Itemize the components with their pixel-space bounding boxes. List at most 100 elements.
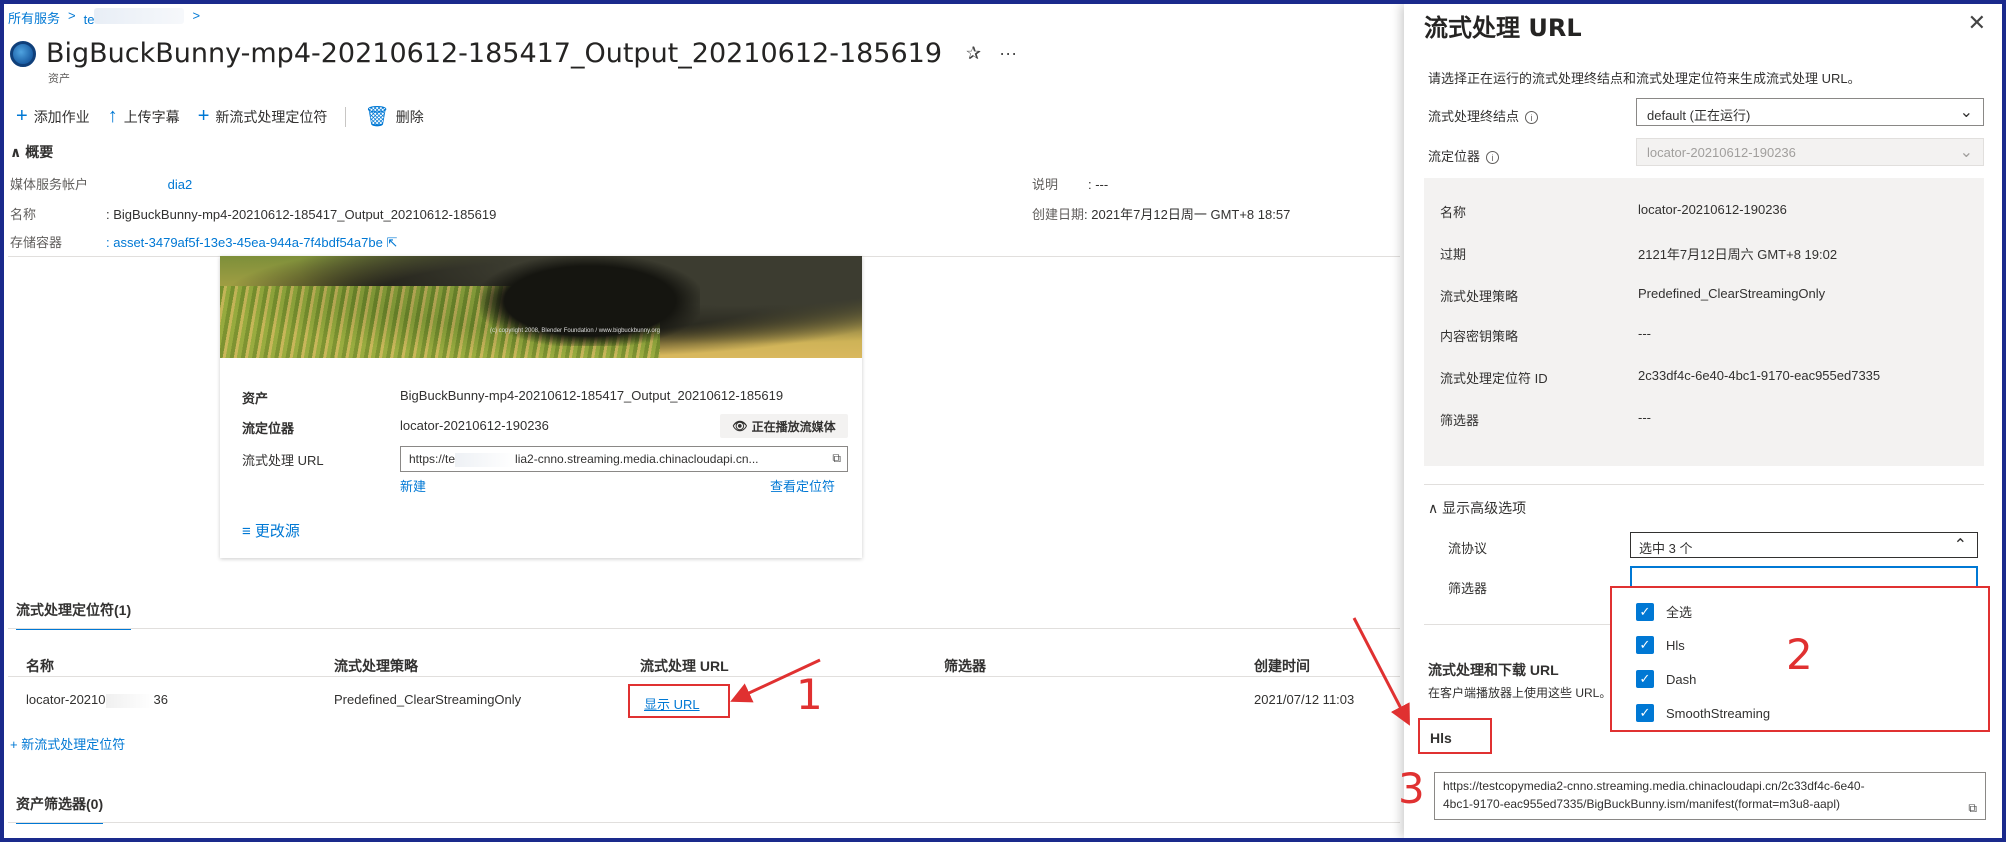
column-header-filters: 筛选器 xyxy=(944,658,986,674)
panel-title: 流式处理 URL xyxy=(1424,14,1582,42)
description-row: 说明: --- xyxy=(1032,177,1109,192)
show-url-link[interactable]: 显示 URL xyxy=(628,684,730,718)
video-preview[interactable]: (c) copyright 2008, Blender Foundation /… xyxy=(220,256,862,358)
view-locator-link[interactable]: 查看定位符 xyxy=(770,476,835,495)
media-account-link[interactable]: dia2 xyxy=(168,177,193,192)
open-external-icon[interactable]: ⇱ xyxy=(386,235,397,250)
created-row: 创建日期: 2021年7月12日周一 GMT+8 18:57 xyxy=(1032,207,1291,222)
column-header-url: 流式处理 URL xyxy=(640,658,729,674)
locator-policy-cell: Predefined_ClearStreamingOnly xyxy=(334,692,522,707)
option-dash[interactable]: ✓ Dash xyxy=(1636,670,1696,688)
column-header-created: 创建时间 xyxy=(1254,658,1310,674)
download-urls-subtitle: 在客户端播放器上使用这些 URL。 xyxy=(1428,686,1612,700)
chevron-up-icon: ⌃ xyxy=(1953,537,1967,554)
divider xyxy=(8,822,1400,823)
breadcrumb: 所有服务 > te > xyxy=(8,8,200,27)
add-locator-link[interactable]: + 新流式处理定位符 xyxy=(10,734,125,753)
page-subtitle: 资产 xyxy=(48,73,70,85)
locator-value: locator-20210612-190236 xyxy=(400,418,549,433)
tab-streaming-locators[interactable]: 流式处理定位符(1) xyxy=(16,600,132,630)
protocol-dropdown[interactable]: 选中 3 个 ⌃ xyxy=(1630,532,1978,558)
detail-key: 筛选器 xyxy=(1440,413,1480,428)
streaming-url-label: 流式处理 URL xyxy=(242,453,324,468)
detail-key: 内容密钥策略 xyxy=(1440,329,1519,344)
new-locator-button[interactable]: + 新流式处理定位符 xyxy=(198,105,328,128)
more-icon[interactable]: ··· xyxy=(999,43,1017,64)
checkbox-checked-icon[interactable]: ✓ xyxy=(1636,602,1654,621)
command-bar: + 添加作业 ↑ 上传字幕 + 新流式处理定位符 🗑 删除 xyxy=(16,104,424,129)
media-account-row: 媒体服务帐户 dia2 xyxy=(10,177,193,192)
annotation-number-2: 2 xyxy=(1786,630,1813,679)
detail-key: 过期 xyxy=(1440,247,1467,262)
asset-blade: 所有服务 > te > BigBuckBunny-mp4-20210612-18… xyxy=(4,4,1404,838)
advanced-options-toggle[interactable]: ∧ 显示高级选项 xyxy=(1428,498,1526,518)
option-hls[interactable]: ✓ Hls xyxy=(1636,636,1685,654)
checkbox-checked-icon[interactable]: ✓ xyxy=(1636,670,1654,688)
filter-label: 筛选器 xyxy=(1448,581,1488,596)
annotation-number-3: 3 xyxy=(1398,764,1425,813)
detail-value: --- xyxy=(1638,326,1651,341)
checkbox-checked-icon[interactable]: ✓ xyxy=(1636,636,1654,654)
locator-created-cell: 2021/07/12 11:03 xyxy=(1254,692,1355,707)
breadcrumb-separator: > xyxy=(192,8,201,23)
plus-icon: + xyxy=(16,105,28,127)
info-icon[interactable]: i xyxy=(1525,111,1539,124)
locator-label: 流定位器 xyxy=(242,421,295,436)
add-job-button[interactable]: + 添加作业 xyxy=(16,105,90,128)
chevron-up-icon: ∧ xyxy=(1428,500,1443,516)
checkbox-checked-icon[interactable]: ✓ xyxy=(1636,704,1654,722)
upload-subtitle-button[interactable]: ↑ 上传字幕 xyxy=(108,105,180,128)
detail-key: 流式处理策略 xyxy=(1440,289,1519,304)
plus-icon: + xyxy=(197,105,210,127)
column-header-policy: 流式处理策略 xyxy=(334,658,418,674)
option-select-all[interactable]: ✓ 全选 xyxy=(1636,602,1692,621)
trash-icon: 🗑 xyxy=(364,106,390,128)
locator-name-cell[interactable]: locator-20210 36 xyxy=(26,692,168,708)
download-urls-title: 流式处理和下载 URL xyxy=(1428,662,1559,678)
protocol-label: 流协议 xyxy=(1448,541,1488,556)
list-icon: ≡ xyxy=(242,523,255,540)
breadcrumb-all-services[interactable]: 所有服务 xyxy=(8,8,60,27)
new-link[interactable]: 新建 xyxy=(400,476,426,495)
copy-icon[interactable]: ⧉ xyxy=(832,451,841,466)
chevron-down-icon: ⌄ xyxy=(1959,104,1973,121)
panel-description: 请选择正在运行的流式处理终结点和流式处理定位符来生成流式处理 URL。 xyxy=(1428,71,1861,86)
video-credit: (c) copyright 2008, Blender Foundation /… xyxy=(490,328,660,334)
asset-icon xyxy=(10,40,36,67)
close-icon[interactable]: ✕ xyxy=(1968,10,1986,36)
detail-value: Predefined_ClearStreamingOnly xyxy=(1638,286,1826,301)
divider xyxy=(1424,484,1984,485)
detail-value: locator-20210612-190236 xyxy=(1638,202,1787,217)
streaming-url-field[interactable]: https://te lia2-cnno.streaming.media.chin… xyxy=(400,446,848,472)
pin-icon[interactable]: ✰ xyxy=(966,43,981,64)
upload-icon: ↑ xyxy=(107,105,118,127)
info-icon[interactable]: i xyxy=(1486,151,1500,164)
divider xyxy=(8,676,1400,677)
endpoint-label: 流式处理终结点 i xyxy=(1428,106,1539,125)
name-row: 名称: BigBuckBunny-mp4-20210612-185417_Out… xyxy=(10,207,497,222)
media-player-card: (c) copyright 2008, Blender Foundation /… xyxy=(220,256,862,558)
locator-details: 名称 locator-20210612-190236 过期 2121年7月12日… xyxy=(1424,178,1984,466)
container-link[interactable]: : asset-3479af5f-13e3-45ea-944a-7f4bdf54… xyxy=(106,235,383,250)
detail-key: 流式处理定位符 ID xyxy=(1440,371,1548,386)
detail-value: --- xyxy=(1638,410,1651,425)
hls-url-field[interactable]: https://testcopymedia2-cnno.streaming.me… xyxy=(1434,772,1986,820)
breadcrumb-separator: > xyxy=(68,8,76,23)
asset-label: 资产 xyxy=(242,391,269,406)
copy-icon[interactable]: ⧉ xyxy=(1968,799,1977,817)
option-smoothstreaming[interactable]: ✓ SmoothStreaming xyxy=(1636,704,1770,722)
delete-button[interactable]: 🗑 删除 xyxy=(364,104,423,129)
change-source-link[interactable]: ≡ 更改源 xyxy=(242,520,300,541)
toolbar-divider xyxy=(345,106,347,127)
divider xyxy=(8,628,1400,629)
essentials-toggle[interactable]: ∧ 概要 xyxy=(10,142,53,162)
detail-key: 名称 xyxy=(1440,205,1467,220)
breadcrumb-media-service[interactable]: te xyxy=(84,8,185,27)
annotation-number-1: 1 xyxy=(796,670,823,719)
playing-stream-button[interactable]: 👁 正在播放流媒体 xyxy=(720,414,848,438)
locator-dropdown[interactable]: locator-20210612-190236 ⌄ xyxy=(1636,138,1984,166)
hls-label: Hls xyxy=(1418,718,1492,754)
endpoint-dropdown[interactable]: default (正在运行) ⌄ xyxy=(1636,98,1984,126)
tab-asset-filters[interactable]: 资产筛选器(0) xyxy=(16,794,104,824)
container-row: 存储容器: asset-3479af5f-13e3-45ea-944a-7f4b… xyxy=(10,235,398,250)
